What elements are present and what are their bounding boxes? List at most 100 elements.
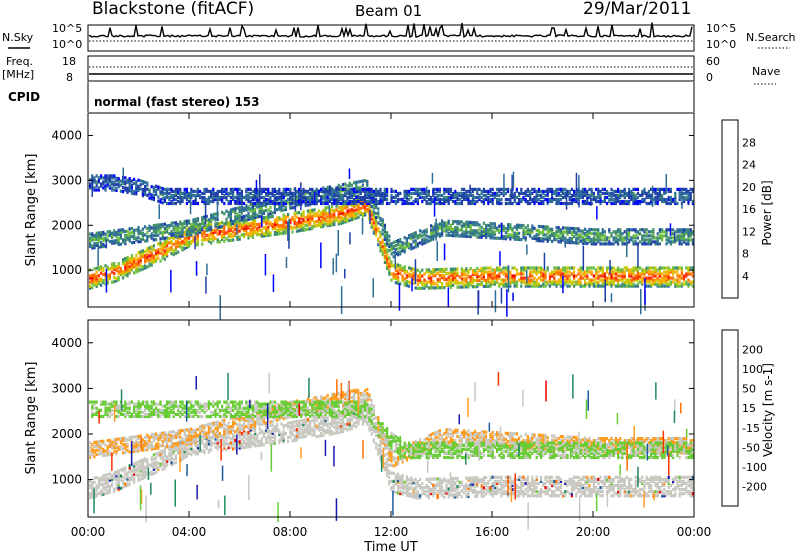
heatmap-cell bbox=[295, 215, 298, 219]
heatmap-cell bbox=[139, 183, 142, 187]
heatmap-cell bbox=[487, 284, 490, 288]
heatmap-cell bbox=[438, 232, 441, 236]
heatmap-cell bbox=[544, 233, 547, 237]
heatmap-cell bbox=[654, 187, 657, 191]
heatmap-cell bbox=[366, 199, 369, 204]
heatmap-cell bbox=[531, 270, 534, 274]
heatmap-cell bbox=[619, 199, 622, 204]
heatmap-cell bbox=[295, 229, 298, 233]
heatmap-cell bbox=[339, 205, 342, 209]
heatmap-cell bbox=[617, 187, 620, 191]
heatmap-cell bbox=[293, 211, 296, 215]
heatmap-cell bbox=[108, 267, 111, 271]
heatmap-cell bbox=[414, 286, 417, 290]
heatmap-cell bbox=[216, 226, 219, 230]
heatmap-cell bbox=[647, 189, 650, 193]
heatmap-cell bbox=[144, 465, 147, 469]
heatmap-cell bbox=[678, 234, 681, 238]
heatmap-cell bbox=[291, 201, 294, 206]
heatmap-cell bbox=[588, 270, 591, 274]
heatmap-cell bbox=[487, 266, 490, 270]
heatmap-cell bbox=[273, 187, 276, 191]
heatmap-cell bbox=[667, 266, 670, 270]
heatmap-cell bbox=[108, 229, 111, 234]
heatmap-cell bbox=[100, 483, 103, 487]
heatmap-cell bbox=[221, 220, 224, 224]
heatmap-cell bbox=[544, 270, 547, 274]
heatmap-cell bbox=[106, 230, 109, 234]
heatmap-cell bbox=[678, 228, 681, 232]
heatmap-cell bbox=[502, 224, 505, 228]
heatmap-cell bbox=[456, 201, 459, 206]
heatmap-cell bbox=[449, 223, 452, 227]
heatmap-cell bbox=[141, 180, 144, 184]
heatmap-cell bbox=[357, 186, 360, 190]
heatmap-cell bbox=[513, 191, 516, 195]
heatmap-cell bbox=[291, 206, 294, 210]
heatmap-cell bbox=[683, 282, 686, 286]
heatmap-cell bbox=[368, 193, 371, 197]
heatmap-cell bbox=[137, 464, 140, 468]
heatmap-cell bbox=[592, 274, 595, 278]
heatmap-cell bbox=[122, 186, 125, 190]
heatmap-cell bbox=[174, 239, 177, 243]
heatmap-cell bbox=[210, 225, 213, 229]
heatmap-cell bbox=[251, 201, 254, 206]
heatmap-cell bbox=[645, 284, 648, 288]
heatmap-cell bbox=[410, 243, 413, 247]
heatmap-cell bbox=[240, 215, 243, 219]
heatmap-cell bbox=[447, 271, 450, 275]
heatmap-cell bbox=[471, 277, 474, 281]
heatmap-cell bbox=[452, 227, 455, 232]
heatmap-cell bbox=[89, 182, 92, 186]
heatmap-cell bbox=[680, 276, 683, 280]
heatmap-cell bbox=[139, 459, 142, 463]
heatmap-cell bbox=[337, 191, 340, 195]
heatmap-cell bbox=[93, 476, 96, 480]
heatmap-cell bbox=[458, 201, 461, 206]
heatmap-cell bbox=[212, 187, 215, 191]
heatmap-cell bbox=[177, 235, 180, 239]
heatmap-cell bbox=[271, 211, 274, 215]
heatmap-cell bbox=[291, 230, 294, 234]
heatmap-cell bbox=[427, 280, 430, 284]
heatmap-cell bbox=[177, 195, 180, 200]
heatmap-cell bbox=[172, 231, 175, 235]
heatmap-cell bbox=[632, 234, 635, 238]
heatmap-cell bbox=[564, 226, 567, 230]
heatmap-cell bbox=[89, 492, 92, 496]
heatmap-cell bbox=[546, 266, 549, 270]
heatmap-cell bbox=[445, 233, 448, 237]
heatmap-cell bbox=[658, 242, 661, 246]
heatmap-cell bbox=[535, 278, 538, 282]
heatmap-cell bbox=[100, 283, 103, 287]
heatmap-cell bbox=[322, 194, 325, 198]
heatmap-cell bbox=[601, 199, 604, 204]
heatmap-cell bbox=[267, 208, 270, 212]
heatmap-cell bbox=[311, 214, 314, 218]
heatmap-cell bbox=[289, 187, 292, 191]
heatmap-cell bbox=[256, 227, 259, 231]
heatmap-cell bbox=[680, 242, 683, 246]
heatmap-cell bbox=[595, 242, 598, 246]
heatmap-cell bbox=[531, 266, 534, 270]
heatmap-cell bbox=[331, 213, 334, 217]
heatmap-cell bbox=[405, 280, 408, 284]
heatmap-cell bbox=[612, 197, 615, 202]
heatmap-cell bbox=[443, 267, 446, 271]
heatmap-cell bbox=[421, 230, 424, 234]
heatmap-cell bbox=[346, 209, 349, 213]
heatmap-cell bbox=[293, 226, 296, 230]
heatmap-cell bbox=[133, 462, 136, 466]
heatmap-cell bbox=[623, 199, 626, 204]
heatmap-cell bbox=[133, 257, 136, 261]
heatmap-cell bbox=[477, 290, 479, 315]
heatmap-cell bbox=[544, 189, 547, 193]
heatmap-cell bbox=[430, 276, 433, 280]
heatmap-cell bbox=[119, 474, 122, 478]
heatmap-cell bbox=[251, 189, 254, 193]
heatmap-cell bbox=[482, 197, 485, 202]
heatmap-cell bbox=[223, 201, 226, 206]
heatmap-cell bbox=[410, 267, 413, 271]
heatmap-cell bbox=[214, 191, 217, 195]
